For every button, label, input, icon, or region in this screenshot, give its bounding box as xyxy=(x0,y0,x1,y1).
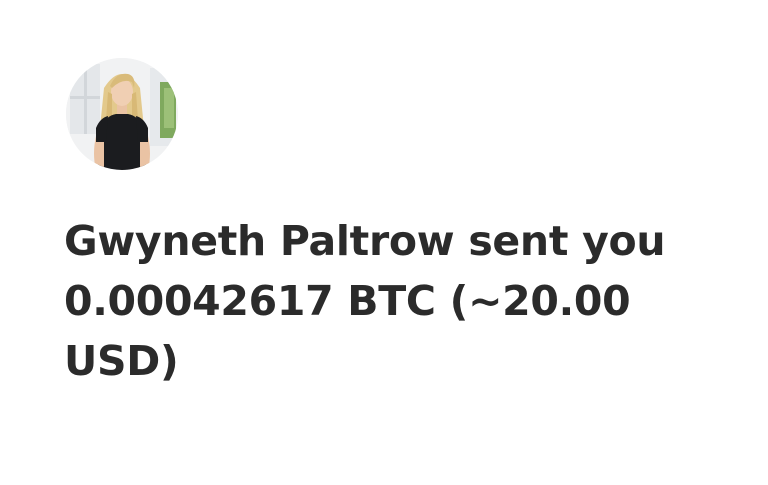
payment-received-message: Gwyneth Paltrow sent you 0.00042617 BTC … xyxy=(64,217,666,385)
sender-avatar xyxy=(66,58,178,170)
sender-avatar-photo xyxy=(66,58,178,170)
notification-screen: Gwyneth Paltrow sent you 0.00042617 BTC … xyxy=(0,0,768,485)
